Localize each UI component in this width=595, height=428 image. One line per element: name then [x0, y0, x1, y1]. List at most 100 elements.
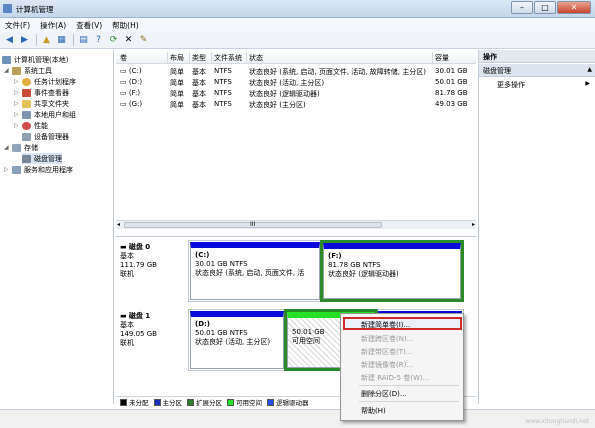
tree-task-scheduler[interactable]: ▷ 任务计划程序 — [14, 76, 76, 87]
drive-icon: ▭ — [120, 67, 129, 75]
check-disk-icon[interactable]: ✎ — [137, 34, 150, 47]
drive-icon: ▭ — [120, 89, 129, 97]
delete-icon[interactable]: ✕ — [122, 34, 135, 47]
legend-swatch — [227, 398, 234, 406]
scroll-left-icon[interactable]: ◂ — [117, 221, 120, 228]
tree-storage[interactable]: ◢ 存储 — [4, 142, 38, 153]
tree-services[interactable]: ▷ 服务和应用程序 — [4, 164, 73, 175]
partition-status: 状态良好 (活动, 主分区) — [195, 338, 271, 346]
services-icon — [12, 165, 21, 174]
volume-cell: ▭ (C:) — [120, 67, 142, 75]
menu-help[interactable]: 帮助(H) — [361, 406, 386, 416]
type-cell: 基本 — [192, 101, 206, 109]
column-divider[interactable] — [167, 52, 168, 64]
menu-separator — [359, 401, 459, 402]
menu-bar: 文件(F) 操作(A) 查看(V) 帮助(H) — [0, 18, 595, 32]
col-layout[interactable]: 布局 — [170, 53, 184, 63]
legend-item: 逻辑驱动器 — [267, 397, 309, 407]
maximize-button[interactable]: □ — [534, 1, 556, 14]
menu-new-simple-volume[interactable]: 新建简单卷(I)... — [361, 320, 410, 330]
tree-label: 任务计划程序 — [34, 77, 76, 86]
expand-icon[interactable]: ▷ — [14, 89, 22, 96]
tree-system-tools[interactable]: ◢ 系统工具 — [4, 65, 52, 76]
forward-arrow-icon[interactable]: ▶ — [18, 34, 31, 47]
minimize-button[interactable]: – — [511, 1, 533, 14]
table-row[interactable]: ▭ (F:) 简单 基本 NTFS 状态良好 (逻辑驱动器) 81.78 GB — [116, 88, 476, 99]
performance-icon — [22, 121, 31, 130]
volume-cell: ▭ (G:) — [120, 100, 142, 108]
partition-name: (C:) — [195, 251, 210, 259]
col-status[interactable]: 状态 — [249, 53, 263, 63]
show-tree-icon[interactable]: ▦ — [55, 34, 68, 47]
tree-local-users[interactable]: ▷ 本地用户和组 — [14, 109, 76, 120]
tree-label: 磁盘管理 — [34, 154, 62, 163]
menu-file[interactable]: 文件(F) — [0, 18, 35, 33]
up-folder-icon[interactable]: ▲ — [40, 34, 53, 47]
toolbar-divider — [36, 34, 37, 46]
collapse-icon[interactable]: ◢ — [4, 144, 12, 151]
disk-1-label[interactable]: ▬ 磁盘 1 基本 149.05 GB 联机 — [120, 312, 186, 348]
col-type[interactable]: 类型 — [192, 53, 206, 63]
table-row[interactable]: ▭ (G:) 简单 基本 NTFS 状态良好 (主分区) 49.03 GB — [116, 99, 476, 110]
volume-name: (D:) — [128, 78, 143, 86]
menu-delete-partition[interactable]: 删除分区(D)... — [361, 389, 407, 399]
more-actions[interactable]: 更多操作 ▶ — [479, 78, 595, 91]
tree-shared-folders[interactable]: ▷ 共享文件夹 — [14, 98, 69, 109]
table-row[interactable]: ▭ (D:) 简单 基本 NTFS 状态良好 (活动, 主分区) 50.01 G… — [116, 77, 476, 88]
tree-performance[interactable]: ▷ 性能 — [14, 120, 48, 131]
disk-name: 磁盘 0 — [128, 243, 151, 251]
layout-cell: 简单 — [170, 79, 184, 87]
expand-icon[interactable]: ▷ — [14, 122, 22, 129]
collapse-icon[interactable]: ◢ — [4, 67, 12, 74]
filesystem-cell: NTFS — [214, 89, 232, 97]
refresh-icon[interactable]: ⟳ — [107, 34, 120, 47]
tree-label: 存储 — [24, 143, 38, 152]
properties-icon[interactable]: ▤ — [77, 34, 90, 47]
disk-size: 111.79 GB — [120, 261, 157, 269]
capacity-cell: 81.78 GB — [435, 89, 468, 97]
disk-0-label[interactable]: ▬ 磁盘 0 基本 111.79 GB 联机 — [120, 243, 186, 279]
column-divider[interactable] — [211, 52, 212, 64]
close-button[interactable]: ✕ — [557, 1, 591, 14]
context-menu: 新建简单卷(I)... 新建跨区卷(N)... 新建带区卷(T)... 新建镜像… — [340, 313, 464, 421]
column-divider[interactable] — [246, 52, 247, 64]
toolbar: ◀ ▶ ▲ ▦ ▤ ? ⟳ ✕ ✎ — [0, 32, 595, 49]
column-divider[interactable] — [432, 52, 433, 64]
menu-help[interactable]: 帮助(H) — [107, 18, 144, 33]
type-cell: 基本 — [192, 68, 206, 76]
column-divider[interactable] — [189, 52, 190, 64]
legend-label: 扩展分区 — [196, 399, 222, 407]
tree-device-manager[interactable]: 设备管理器 — [22, 131, 69, 142]
back-arrow-icon[interactable]: ◀ — [3, 34, 16, 47]
expand-icon[interactable]: ▷ — [14, 100, 22, 107]
tree-label: 系统工具 — [24, 66, 52, 75]
legend-item: 主分区 — [153, 397, 182, 407]
horizontal-scrollbar[interactable]: ◂ III ▸ — [116, 220, 476, 229]
tree-root[interactable]: 计算机管理(本地) — [2, 54, 68, 65]
partition-c[interactable]: (C:) 30.01 GB NTFS 状态良好 (系统, 启动, 页面文件, 活 — [190, 242, 320, 300]
help-icon[interactable]: ? — [92, 34, 105, 47]
col-capacity[interactable]: 容量 — [435, 53, 449, 63]
partition-d[interactable]: (D:) 50.01 GB NTFS 状态良好 (活动, 主分区) — [190, 311, 284, 369]
partition-f[interactable]: (F:) 81.78 GB NTFS 状态良好 (逻辑驱动器) — [323, 243, 461, 299]
table-row[interactable]: ▭ (C:) 简单 基本 NTFS 状态良好 (系统, 启动, 页面文件, 活动… — [116, 66, 476, 77]
menu-view[interactable]: 查看(V) — [71, 18, 107, 33]
volume-name: (F:) — [128, 89, 141, 97]
tree-disk-management[interactable]: 磁盘管理 — [22, 153, 62, 164]
tree-event-viewer[interactable]: ▷ 事件查看器 — [14, 87, 69, 98]
actions-section[interactable]: 磁盘管理 ▲ — [479, 64, 595, 77]
expand-icon[interactable]: ▷ — [14, 111, 22, 118]
partition-size: 81.78 GB NTFS — [328, 261, 381, 269]
type-cell: 基本 — [192, 90, 206, 98]
partition-status: 状态良好 (逻辑驱动器) — [328, 270, 399, 278]
expand-icon[interactable]: ▷ — [14, 78, 22, 85]
collapse-icon[interactable]: ▲ — [587, 66, 592, 73]
scroll-right-icon[interactable]: ▸ — [472, 221, 475, 228]
disk-state: 联机 — [120, 339, 134, 347]
computer-management-icon — [3, 4, 12, 13]
col-filesystem[interactable]: 文件系统 — [214, 53, 242, 63]
menu-action[interactable]: 操作(A) — [35, 18, 71, 33]
expand-icon[interactable]: ▷ — [4, 166, 12, 173]
col-volume[interactable]: 卷 — [120, 53, 127, 63]
partition-status: 状态良好 (系统, 启动, 页面文件, 活 — [195, 269, 305, 277]
